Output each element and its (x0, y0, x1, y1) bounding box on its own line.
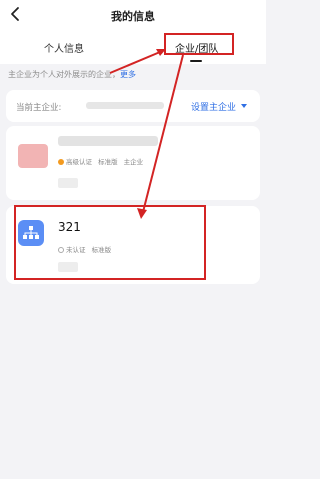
annotation-arrowhead (137, 208, 147, 219)
annotation-arrow-to-card (142, 54, 184, 213)
annotation-arrows (109, 49, 184, 219)
annotation-arrow-to-tab (109, 51, 161, 74)
